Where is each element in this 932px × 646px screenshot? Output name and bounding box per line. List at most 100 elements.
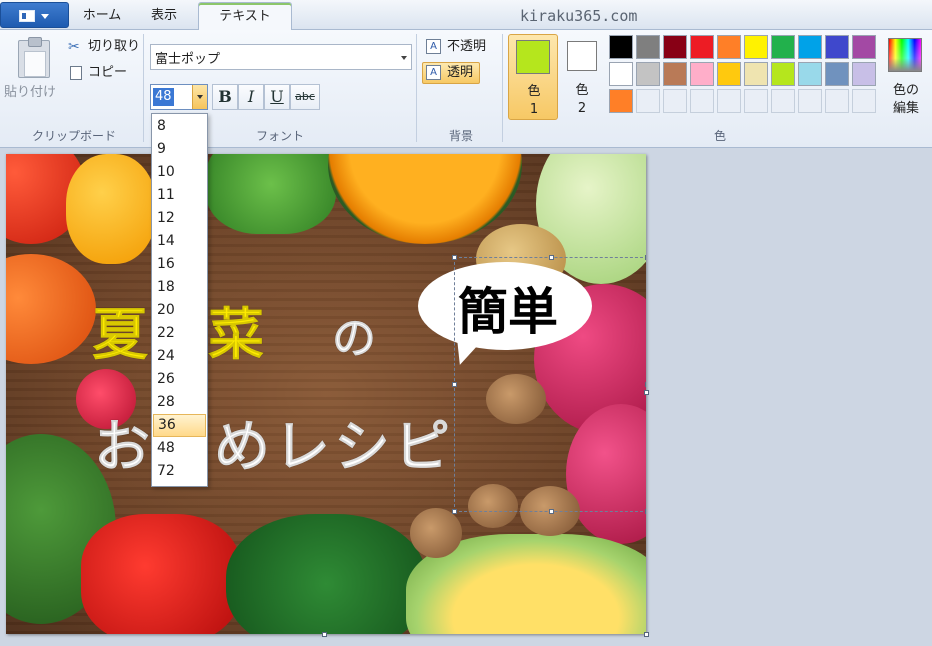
font-size-value: 48	[153, 88, 174, 106]
bold-button[interactable]: B	[212, 84, 238, 110]
underline-button[interactable]: U	[264, 84, 290, 110]
palette-empty-swatch[interactable]	[771, 89, 795, 113]
resize-handle[interactable]	[549, 255, 554, 260]
ribbon-tab-strip: ホーム 表示 テキスト kiraku365.com	[0, 0, 932, 31]
palette-color-swatch[interactable]	[744, 35, 768, 59]
tab-text[interactable]: テキスト	[198, 2, 292, 31]
palette-color-swatch[interactable]	[852, 35, 876, 59]
font-size-option[interactable]: 8	[153, 115, 206, 138]
font-size-option[interactable]: 28	[153, 391, 206, 414]
palette-color-swatch[interactable]	[798, 35, 822, 59]
tab-home[interactable]: ホーム	[70, 2, 134, 30]
palette-empty-swatch[interactable]	[690, 89, 714, 113]
font-size-option[interactable]: 16	[153, 253, 206, 276]
palette-color-swatch[interactable]	[771, 62, 795, 86]
palette-color-swatch[interactable]	[690, 35, 714, 59]
scissors-icon: ✂	[68, 39, 80, 55]
font-size-option[interactable]: 14	[153, 230, 206, 253]
resize-handle[interactable]	[452, 382, 457, 387]
resize-handle[interactable]	[645, 255, 646, 260]
opaque-background-option[interactable]: A 不透明	[422, 36, 494, 58]
font-family-value: 富士ポップ	[155, 52, 221, 67]
palette-color-swatch[interactable]	[636, 35, 660, 59]
resize-handle[interactable]	[645, 509, 646, 514]
site-watermark: kiraku365.com	[520, 7, 638, 25]
palette-color-swatch[interactable]	[609, 89, 633, 113]
transparent-background-option[interactable]: A 透明	[422, 62, 480, 84]
font-size-select[interactable]: 48	[150, 84, 208, 110]
opaque-label: 不透明	[447, 39, 487, 54]
font-size-option[interactable]: 9	[153, 138, 206, 161]
ribbon: 貼り付け ✂ 切り取り コピー クリップボード 富士ポップ 48 B I U a…	[0, 30, 932, 148]
color1-swatch	[516, 40, 550, 74]
font-size-option[interactable]: 72	[153, 460, 206, 483]
canvas-resize-grip-right[interactable]	[644, 390, 649, 395]
group-divider	[502, 34, 503, 142]
font-family-select[interactable]: 富士ポップ	[150, 44, 412, 70]
color2-button[interactable]: 色 2	[562, 34, 602, 120]
cut-button[interactable]: ✂ 切り取り	[68, 36, 148, 58]
font-size-option[interactable]: 11	[153, 184, 206, 207]
palette-color-swatch[interactable]	[609, 35, 633, 59]
font-size-option[interactable]: 26	[153, 368, 206, 391]
palette-empty-swatch[interactable]	[663, 89, 687, 113]
color-spectrum-icon	[888, 38, 922, 72]
title-recommended-recipes: お勧めレシピ	[94, 415, 454, 481]
resize-handle[interactable]	[549, 509, 554, 514]
font-size-option[interactable]: 22	[153, 322, 206, 345]
palette-color-swatch[interactable]	[690, 62, 714, 86]
background-group-title: 背景	[448, 129, 473, 143]
palette-empty-swatch[interactable]	[636, 89, 660, 113]
color-palette	[609, 35, 883, 117]
palette-color-swatch[interactable]	[663, 35, 687, 59]
palette-color-swatch[interactable]	[771, 35, 795, 59]
clipboard-icon	[18, 37, 50, 78]
resize-handle[interactable]	[645, 382, 646, 387]
color2-swatch	[567, 41, 597, 71]
palette-color-swatch[interactable]	[852, 62, 876, 86]
palette-color-swatch[interactable]	[717, 35, 741, 59]
app-menu-button[interactable]	[0, 2, 69, 28]
text-edit-box[interactable]	[452, 255, 646, 514]
canvas-resize-grip-corner[interactable]	[644, 632, 649, 637]
strikethrough-button[interactable]: abc	[290, 84, 320, 110]
font-size-option[interactable]: 24	[153, 345, 206, 368]
font-size-option[interactable]: 12	[153, 207, 206, 230]
italic-button[interactable]: I	[238, 84, 264, 110]
color2-label: 色 2	[575, 83, 589, 116]
red-pepper-illustration	[81, 514, 241, 634]
font-size-option[interactable]: 48	[153, 437, 206, 460]
chevron-down-icon	[41, 14, 49, 19]
palette-empty-swatch[interactable]	[852, 89, 876, 113]
drawing-canvas[interactable]: 夏野菜 の お勧めレシピ 簡単	[6, 154, 646, 634]
font-size-option[interactable]: 18	[153, 276, 206, 299]
text-transparent-icon: A	[426, 65, 441, 80]
palette-empty-swatch[interactable]	[717, 89, 741, 113]
palette-color-swatch[interactable]	[609, 62, 633, 86]
palette-empty-swatch[interactable]	[798, 89, 822, 113]
color1-button[interactable]: 色 1	[508, 34, 558, 120]
palette-color-swatch[interactable]	[636, 62, 660, 86]
canvas-resize-grip-bottom[interactable]	[322, 632, 327, 637]
palette-color-swatch[interactable]	[798, 62, 822, 86]
chevron-down-icon	[401, 56, 407, 60]
palette-color-swatch[interactable]	[825, 62, 849, 86]
palette-empty-swatch[interactable]	[825, 89, 849, 113]
palette-empty-swatch[interactable]	[744, 89, 768, 113]
font-size-option[interactable]: 20	[153, 299, 206, 322]
font-size-dropdown-button[interactable]	[192, 85, 207, 109]
lettuce-illustration	[206, 154, 336, 234]
resize-handle[interactable]	[452, 509, 457, 514]
font-group-title: フォント	[255, 129, 304, 143]
palette-color-swatch[interactable]	[825, 35, 849, 59]
font-size-option[interactable]: 36	[153, 414, 206, 437]
palette-color-swatch[interactable]	[663, 62, 687, 86]
palette-color-swatch[interactable]	[717, 62, 741, 86]
edit-colors-button[interactable]: 色の 編集	[884, 34, 928, 120]
font-size-option[interactable]: 10	[153, 161, 206, 184]
copy-button[interactable]: コピー	[68, 62, 148, 84]
palette-color-swatch[interactable]	[744, 62, 768, 86]
resize-handle[interactable]	[452, 255, 457, 260]
tab-view[interactable]: 表示	[134, 2, 194, 30]
color1-label: 色 1	[527, 84, 541, 117]
